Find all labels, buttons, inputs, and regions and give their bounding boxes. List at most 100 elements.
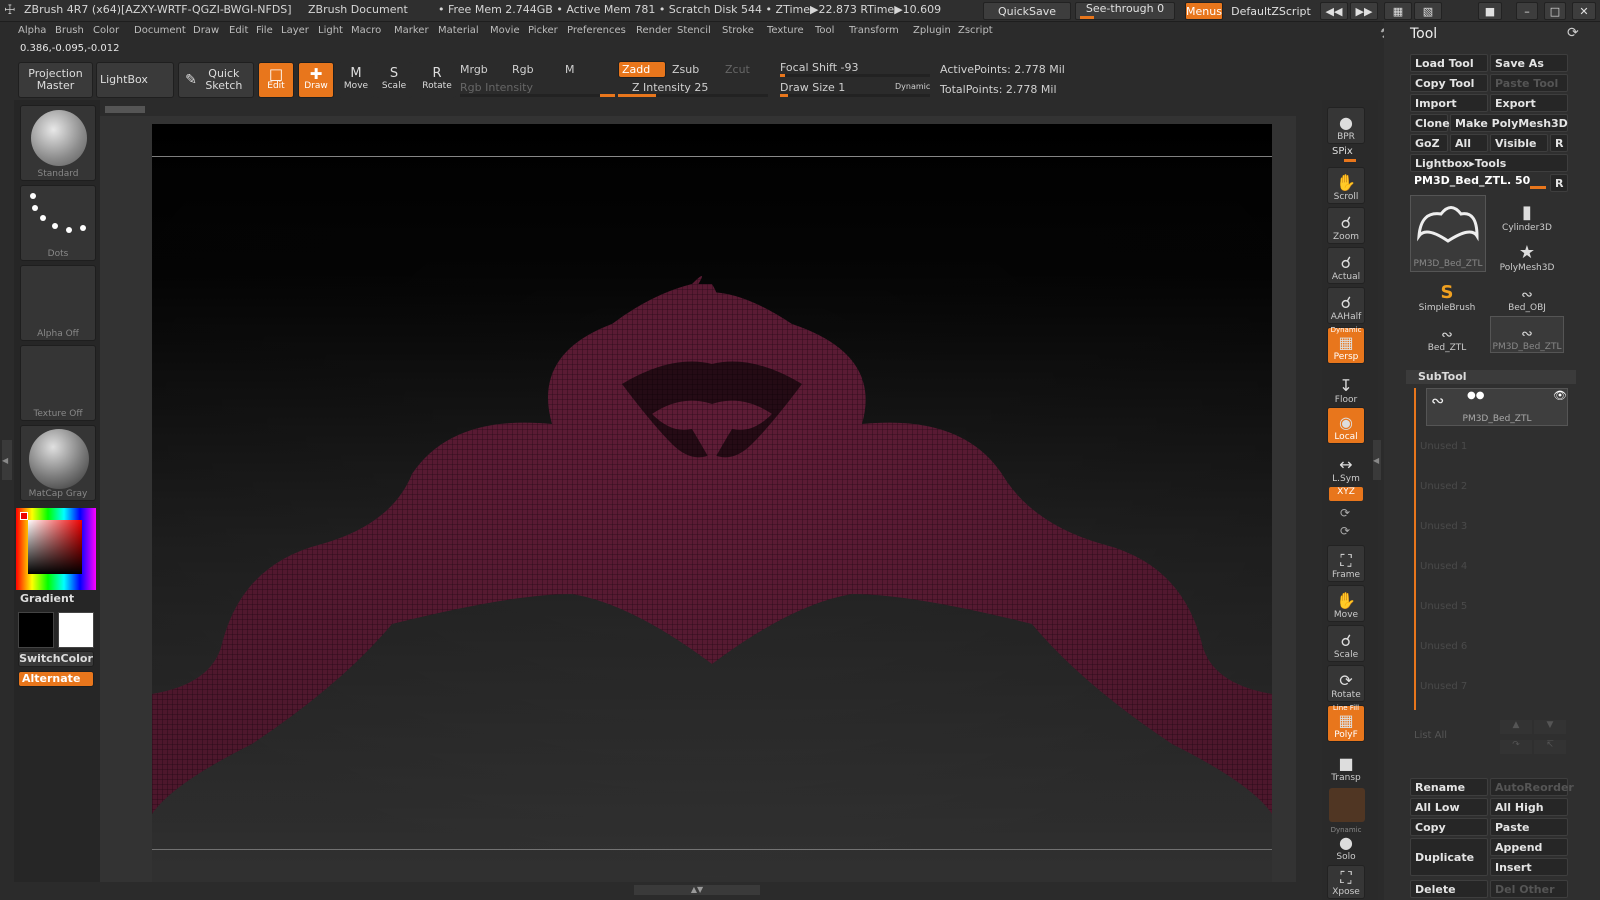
subtool-slot-4[interactable]: Unused 4 — [1420, 561, 1467, 572]
ghost-icon[interactable] — [1329, 788, 1365, 822]
secondary-color-swatch[interactable] — [58, 612, 94, 648]
import-button[interactable]: Import — [1410, 94, 1488, 112]
export-button[interactable]: Export — [1490, 94, 1568, 112]
quicksave-button[interactable]: QuickSave — [983, 2, 1071, 20]
tool-thumb-polymesh3d[interactable]: ★ PolyMesh3D — [1490, 236, 1564, 273]
brush-selector[interactable]: Standard — [20, 105, 96, 181]
list-all-button[interactable]: List All — [1414, 730, 1447, 741]
color-square[interactable] — [28, 520, 82, 574]
clone-button[interactable]: Clone — [1410, 114, 1450, 132]
lightbox-tools-button[interactable]: Lightbox▸Tools — [1410, 154, 1568, 172]
goz-r-button[interactable]: R — [1550, 134, 1568, 152]
xpose-button[interactable]: ⛶ Xpose — [1327, 865, 1365, 899]
layout-icon[interactable]: ▦ — [1384, 2, 1412, 20]
delete-button[interactable]: Delete — [1410, 880, 1488, 898]
subtool-scrollbar[interactable] — [1414, 388, 1416, 710]
menu-stencil[interactable]: Stencil — [677, 25, 711, 36]
subtool-slot-7[interactable]: Unused 7 — [1420, 681, 1467, 692]
draw-size-slider[interactable]: Draw Size 1 — [780, 81, 845, 94]
gradient-label[interactable]: Gradient — [20, 592, 74, 605]
menu-zplugin[interactable]: Zplugin — [913, 25, 951, 36]
bottom-tray-toggle-icon[interactable]: ▲▼ — [634, 885, 760, 895]
rgb-intensity-slider[interactable]: Rgb Intensity — [460, 81, 533, 94]
color-picker[interactable] — [16, 508, 96, 590]
goz-all-button[interactable]: All — [1450, 134, 1488, 152]
paste-tool-button[interactable]: Paste Tool — [1490, 74, 1568, 92]
defaultzscript-button[interactable]: DefaultZScript — [1225, 2, 1317, 20]
persp-button[interactable]: Dynamic ▦ Persp — [1327, 327, 1365, 364]
zsub-button[interactable]: Zsub — [672, 63, 699, 76]
tool-thumb-simplebrush[interactable]: S SimpleBrush — [1410, 276, 1484, 313]
scroll-button[interactable]: ✋ Scroll — [1327, 167, 1365, 204]
edit-button[interactable]: □ Edit — [258, 62, 294, 98]
rename-button[interactable]: Rename — [1410, 778, 1488, 796]
rotate-axis-y-icon[interactable]: ⟳ — [1340, 506, 1350, 520]
menu-material[interactable]: Material — [438, 25, 479, 36]
palette-left-icon[interactable]: ◀◀ — [1320, 2, 1348, 20]
goz-button[interactable]: GoZ — [1410, 134, 1448, 152]
all-low-button[interactable]: All Low — [1410, 798, 1488, 816]
save-as-button[interactable]: Save As — [1490, 54, 1568, 72]
lsym-button[interactable]: ↔ L.Sym — [1327, 448, 1365, 485]
focal-shift-slider[interactable]: Focal Shift -93 — [780, 61, 858, 74]
scale-button[interactable]: S Scale — [376, 62, 412, 98]
menu-movie[interactable]: Movie — [490, 25, 520, 36]
projection-master-button[interactable]: Projection Master — [18, 62, 93, 98]
subtool-slot-5[interactable]: Unused 5 — [1420, 601, 1467, 612]
move-view-button[interactable]: ✋ Move — [1327, 585, 1365, 622]
append-button[interactable]: Append — [1490, 838, 1568, 856]
palette-right-icon[interactable]: ▶▶ — [1350, 2, 1378, 20]
goz-visible-button[interactable]: Visible — [1490, 134, 1548, 152]
mrgb-toggle[interactable]: Mrgb — [460, 63, 488, 76]
transp-button[interactable]: ■ Transp — [1327, 747, 1365, 784]
polyf-button[interactable]: Line Fill ▦ PolyF — [1327, 705, 1365, 742]
rotate-axis-z-icon[interactable]: ⟳ — [1340, 524, 1350, 538]
menu-preferences[interactable]: Preferences — [567, 25, 626, 36]
z-intensity-slider[interactable]: Z Intensity 25 — [632, 81, 708, 94]
floor-button[interactable]: ↧ Floor — [1327, 369, 1365, 406]
lightbox-button[interactable]: LightBox — [96, 62, 174, 98]
subtool-slot-6[interactable]: Unused 6 — [1420, 641, 1467, 652]
menus-button[interactable]: Menus — [1185, 2, 1223, 20]
move-bottom-arrow-icon[interactable]: ↸ — [1534, 740, 1566, 754]
menu-draw[interactable]: Draw — [193, 25, 219, 36]
eye-icon[interactable]: 👁 — [1553, 389, 1567, 402]
all-high-button[interactable]: All High — [1490, 798, 1568, 816]
menu-render[interactable]: Render — [636, 25, 672, 36]
main-color-swatch[interactable] — [18, 612, 54, 648]
layout2-icon[interactable]: ▧ — [1414, 2, 1442, 20]
tool-thumb-bed-ztl[interactable]: ∾ Bed_ZTL — [1410, 316, 1484, 353]
switchcolor-button[interactable]: SwitchColor — [18, 651, 94, 667]
move-button[interactable]: M Move — [338, 62, 374, 98]
tool-thumb-pm3d-bed-ztl-2[interactable]: ∾ PM3D_Bed_ZTL — [1490, 316, 1564, 353]
menu-brush[interactable]: Brush — [55, 25, 84, 36]
subtool-toggle-icon[interactable]: ●● — [1467, 390, 1484, 401]
subtool-slot-2[interactable]: Unused 2 — [1420, 481, 1467, 492]
menu-macro[interactable]: Macro — [351, 25, 381, 36]
dynamic-toggle[interactable]: Dynamic — [895, 82, 930, 91]
menu-edit[interactable]: Edit — [229, 25, 248, 36]
current-tool-slider[interactable]: PM3D_Bed_ZTL. 50 — [1414, 174, 1530, 187]
menu-alpha[interactable]: Alpha — [18, 25, 46, 36]
menu-transform[interactable]: Transform — [849, 25, 899, 36]
subtool-slot-1[interactable]: Unused 1 — [1420, 441, 1467, 452]
actual-button[interactable]: ☌ Actual — [1327, 247, 1365, 284]
move-down-arrow-icon[interactable]: ▼ — [1534, 720, 1566, 734]
duplicate-button[interactable]: Duplicate — [1410, 838, 1488, 876]
stroke-selector[interactable]: Dots — [20, 185, 96, 261]
move-up-arrow-icon[interactable]: ▲ — [1500, 720, 1532, 734]
zcut-button[interactable]: Zcut — [725, 63, 750, 76]
menu-texture[interactable]: Texture — [767, 25, 804, 36]
maximize-icon[interactable]: □ — [1544, 2, 1566, 20]
rgb-toggle[interactable]: Rgb — [512, 63, 534, 76]
rotate-view-button[interactable]: ⟳ Rotate — [1327, 665, 1365, 702]
minimize-icon[interactable]: – — [1516, 2, 1538, 20]
alternate-button[interactable]: Alternate — [18, 671, 94, 687]
subtool-item-active[interactable]: ∾ ●● 👁 PM3D_Bed_ZTL — [1426, 388, 1568, 426]
frame-button[interactable]: ⛶ Frame — [1327, 545, 1365, 582]
lock-icon[interactable]: ■ — [1478, 2, 1502, 20]
insert-button[interactable]: Insert — [1490, 858, 1568, 876]
xyz-button[interactable]: XYZ — [1329, 487, 1363, 501]
copy-tool-button[interactable]: Copy Tool — [1410, 74, 1488, 92]
menu-document[interactable]: Document — [134, 25, 186, 36]
